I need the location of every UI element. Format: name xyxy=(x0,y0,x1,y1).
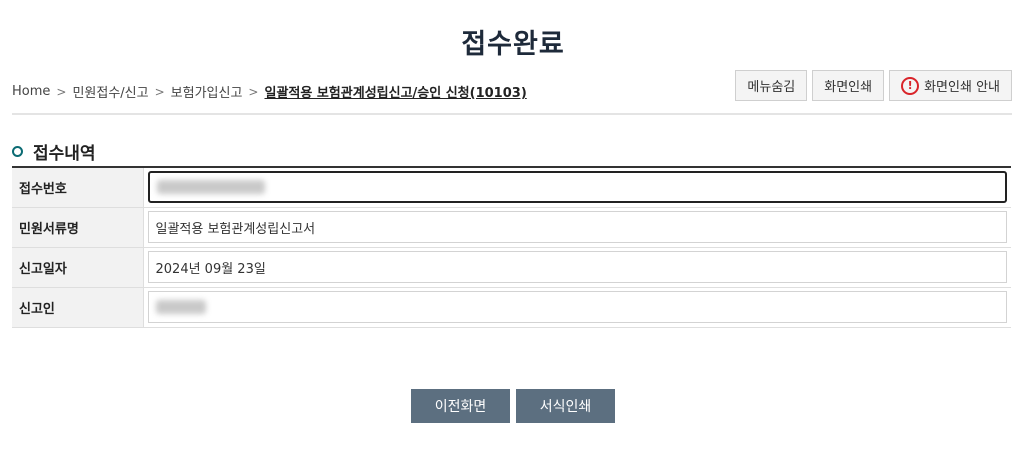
action-buttons: 이전화면 서식인쇄 xyxy=(0,389,1026,423)
section-title: 접수내역 xyxy=(12,139,96,164)
header-divider xyxy=(12,113,1012,115)
section-title-label: 접수내역 xyxy=(33,144,96,164)
redacted-reporter-name xyxy=(155,300,206,314)
print-guide-label: 화면인쇄 안내 xyxy=(924,80,1000,95)
receipt-table: 접수번호 민원서류명 일괄적용 보험관계성립신고서 신고일자 2024년 09월… xyxy=(12,166,1011,328)
document-name-label: 민원서류명 xyxy=(12,207,144,248)
breadcrumb-current: 일괄적용 보험관계성립신고/승인 신청(10103) xyxy=(264,86,527,101)
receipt-number-cell xyxy=(143,167,1011,208)
reporter-field[interactable] xyxy=(147,291,1007,323)
breadcrumb-home[interactable]: Home xyxy=(12,84,50,99)
report-date-label: 신고일자 xyxy=(12,247,144,288)
document-name-field[interactable]: 일괄적용 보험관계성립신고서 xyxy=(147,211,1007,243)
table-row: 신고일자 2024년 09월 23일 xyxy=(12,247,1011,288)
print-screen-button[interactable]: 화면인쇄 xyxy=(812,70,885,101)
report-date-cell: 2024년 09월 23일 xyxy=(143,247,1011,288)
table-row: 민원서류명 일괄적용 보험관계성립신고서 xyxy=(12,207,1011,248)
page-title: 접수완료 xyxy=(461,29,565,60)
breadcrumb-item-insurance-registration[interactable]: 보험가입신고 xyxy=(171,82,243,101)
warning-icon: ! xyxy=(901,76,920,95)
back-button[interactable]: 이전화면 xyxy=(411,389,510,423)
circle-bullet-icon xyxy=(12,146,23,157)
hide-menu-button[interactable]: 메뉴숨김 xyxy=(735,70,808,101)
print-form-button[interactable]: 서식인쇄 xyxy=(516,389,615,423)
breadcrumb-separator: > xyxy=(154,84,165,99)
table-row: 접수번호 xyxy=(12,167,1011,208)
document-name-cell: 일괄적용 보험관계성립신고서 xyxy=(143,207,1011,248)
table-row: 신고인 xyxy=(12,287,1011,328)
receipt-number-label: 접수번호 xyxy=(12,167,144,208)
breadcrumb-separator: > xyxy=(56,84,67,99)
reporter-label: 신고인 xyxy=(12,287,144,328)
breadcrumb-item-civil-petition[interactable]: 민원접수/신고 xyxy=(72,82,148,101)
toolbar: 메뉴숨김 화면인쇄 ! 화면인쇄 안내 xyxy=(735,70,1012,101)
breadcrumb: Home > 민원접수/신고 > 보험가입신고 > 일괄적용 보험관계성립신고/… xyxy=(12,82,527,101)
print-guide-button[interactable]: ! 화면인쇄 안내 xyxy=(889,70,1012,101)
breadcrumb-separator: > xyxy=(248,84,259,99)
redacted-receipt-number xyxy=(156,180,265,195)
reporter-cell xyxy=(143,287,1011,328)
report-date-field[interactable]: 2024년 09월 23일 xyxy=(147,251,1007,283)
receipt-number-field[interactable] xyxy=(147,171,1007,204)
